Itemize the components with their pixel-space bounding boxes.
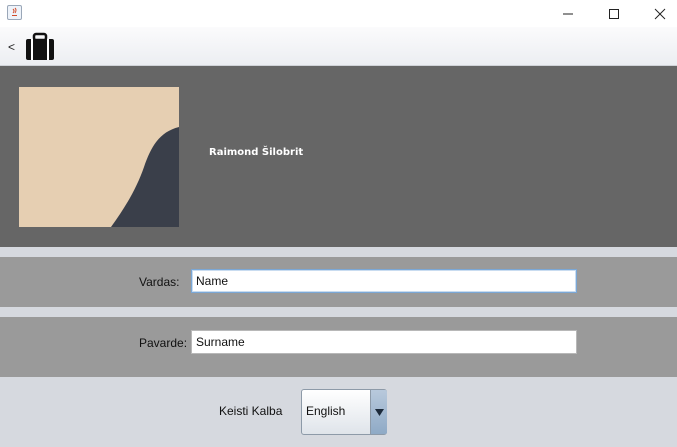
profile-photo [19, 87, 179, 227]
back-button[interactable]: < [8, 39, 20, 55]
minimize-button[interactable] [545, 0, 591, 27]
toolbar [0, 27, 677, 66]
language-selected[interactable]: English [306, 404, 345, 418]
suitcase-icon[interactable] [24, 32, 56, 62]
first-name-label: Vardas: [139, 275, 180, 289]
last-name-label: Pavarde: [139, 336, 188, 350]
first-name-input[interactable] [191, 269, 577, 293]
maximize-button[interactable] [591, 0, 637, 27]
close-button[interactable] [637, 0, 677, 27]
language-label: Keisti Kalba [219, 404, 283, 418]
last-name-input[interactable] [191, 330, 577, 354]
dropdown-arrow-icon[interactable] [370, 390, 387, 434]
user-name: Raimond Šilobrit [209, 147, 304, 158]
java-app-icon [7, 5, 22, 20]
